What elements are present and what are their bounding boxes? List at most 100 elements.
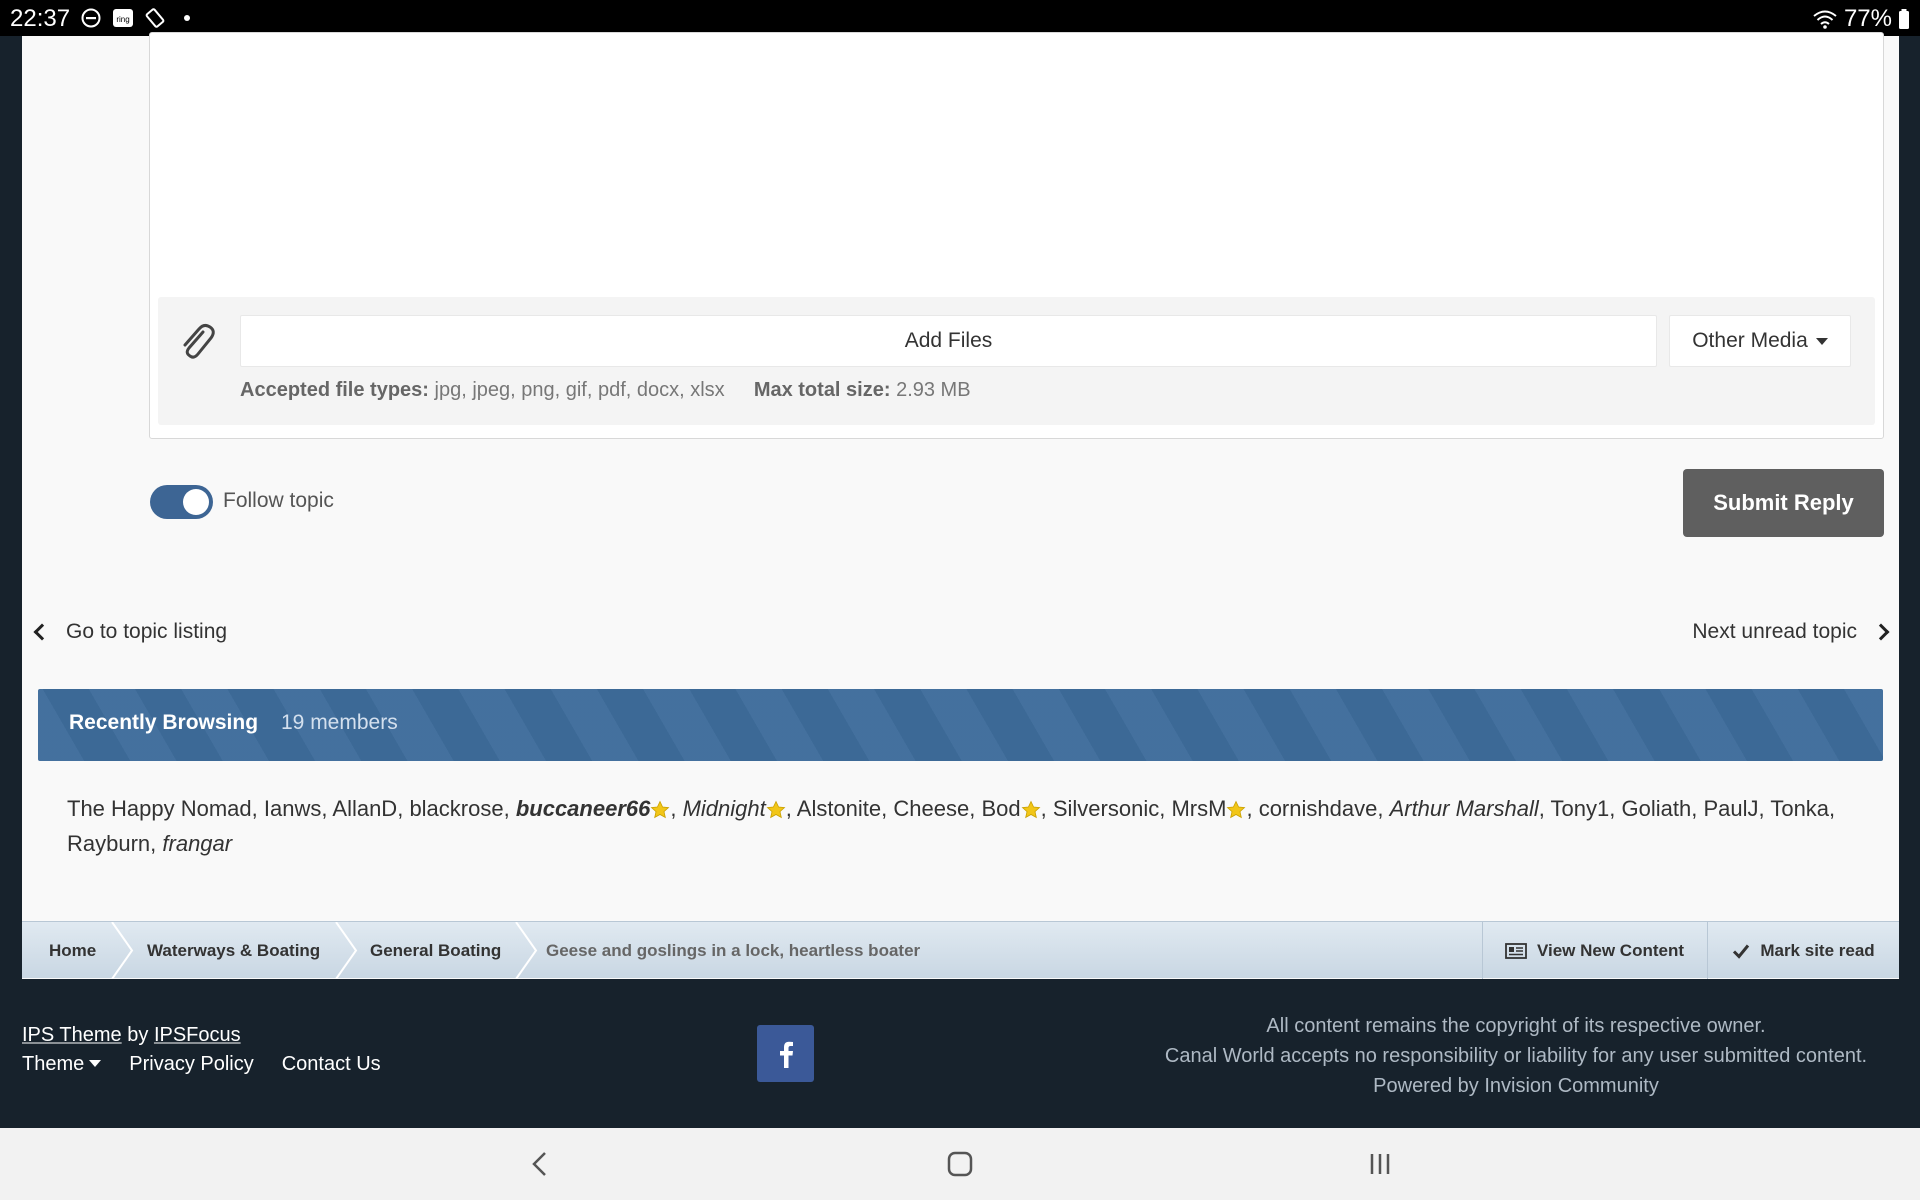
newspaper-icon	[1505, 942, 1527, 959]
rotation-lock-icon	[145, 8, 165, 28]
member-separator: ,	[150, 831, 163, 856]
member-link[interactable]: Bod	[981, 796, 1020, 821]
theme-credit-by: by	[121, 1024, 154, 1046]
go-to-topic-listing-link[interactable]: Go to topic listing	[33, 620, 227, 644]
member-link[interactable]: Silversonic	[1053, 796, 1159, 821]
theme-selector[interactable]: Theme	[22, 1053, 102, 1076]
footer-links: IPS Theme by IPSFocus Theme Privacy Poli…	[22, 1024, 381, 1076]
back-icon[interactable]	[520, 1146, 560, 1182]
member-separator: ,	[1538, 796, 1551, 821]
status-bar: 22:37 ring 77%	[0, 0, 1920, 36]
add-files-label: Add Files	[904, 329, 993, 352]
toggle-knob	[183, 489, 209, 515]
check-icon	[1733, 944, 1750, 959]
member-separator: ,	[1159, 796, 1172, 821]
accepted-types-value: jpg, jpeg, png, gif, pdf, docx, xlsx	[434, 379, 725, 401]
contact-us-link[interactable]: Contact Us	[282, 1053, 381, 1076]
star-icon	[766, 800, 786, 819]
breadcrumb-separator	[515, 922, 538, 979]
member-link[interactable]: Tony1	[1551, 796, 1610, 821]
ips-theme-link[interactable]: IPS Theme	[22, 1024, 122, 1046]
dot-icon	[184, 15, 190, 21]
member-separator: ,	[969, 796, 982, 821]
recently-browsing-count: 19 members	[281, 711, 398, 734]
member-separator: ,	[1829, 796, 1836, 821]
member-separator: ,	[1246, 796, 1259, 821]
other-media-dropdown[interactable]: Other Media	[1669, 315, 1851, 367]
member-link[interactable]: Rayburn	[67, 831, 150, 856]
member-link[interactable]: Cheese	[893, 796, 969, 821]
recently-browsing-list: The Happy Nomad, Ianws, AllanD, blackros…	[67, 791, 1857, 861]
max-size-label: Max total size:	[753, 379, 891, 401]
copyright-line-1: All content remains the copyright of its…	[1266, 1015, 1766, 1037]
battery-percent: 77%	[1843, 5, 1892, 32]
paperclip-icon	[183, 323, 215, 359]
member-link[interactable]: Arthur Marshall	[1390, 796, 1539, 821]
member-separator: ,	[397, 796, 410, 821]
svg-text:ring: ring	[116, 15, 129, 24]
star-icon	[650, 800, 670, 819]
member-link[interactable]: buccaneer66	[516, 796, 651, 821]
copyright-line-2: Canal World accepts no responsibility or…	[1164, 1045, 1868, 1067]
accepted-types-label: Accepted file types:	[240, 379, 429, 401]
ipsfocus-link[interactable]: IPSFocus	[154, 1024, 241, 1046]
breadcrumb: Home Waterways & Boating General Boating…	[22, 921, 1899, 979]
submit-reply-label: Submit Reply	[1713, 490, 1854, 515]
attachment-area: Add Files Other Media Accepted file type…	[158, 297, 1875, 425]
view-new-content-button[interactable]: View New Content	[1482, 922, 1706, 979]
privacy-policy-link[interactable]: Privacy Policy	[129, 1053, 253, 1076]
member-link[interactable]: Midnight	[683, 796, 766, 821]
member-link[interactable]: AllanD	[332, 796, 397, 821]
recently-browsing-title: Recently Browsing	[69, 711, 259, 734]
member-link[interactable]: blackrose	[409, 796, 503, 821]
caret-down-icon	[89, 1060, 102, 1067]
follow-topic-label: Follow topic	[223, 489, 334, 512]
submit-reply-button[interactable]: Submit Reply	[1683, 469, 1884, 537]
member-link[interactable]: Ianws	[264, 796, 321, 821]
breadcrumb-current: Geese and goslings in a lock, heartless …	[546, 940, 921, 960]
star-icon	[1227, 800, 1246, 819]
next-unread-topic-label: Next unread topic	[1692, 620, 1857, 643]
max-size-value: 2.93 MB	[896, 379, 971, 401]
facebook-button[interactable]	[757, 1025, 814, 1082]
caret-down-icon	[1815, 337, 1828, 345]
next-unread-topic-link[interactable]: Next unread topic	[1692, 620, 1890, 644]
reply-editor[interactable]: Add Files Other Media Accepted file type…	[149, 32, 1884, 439]
member-link[interactable]: Tonka	[1770, 796, 1829, 821]
chevron-left-icon	[33, 623, 51, 641]
breadcrumb-waterways[interactable]: Waterways & Boating	[147, 922, 320, 979]
ring-app-icon: ring	[113, 9, 133, 27]
view-new-content-label: View New Content	[1536, 940, 1685, 960]
member-link[interactable]: MrsM	[1171, 796, 1226, 821]
recent-apps-icon[interactable]	[1360, 1146, 1400, 1182]
recently-browsing-header: Recently Browsing 19 members	[38, 689, 1883, 761]
breadcrumb-separator	[111, 922, 134, 979]
member-link[interactable]: frangar	[162, 831, 232, 856]
add-files-button[interactable]: Add Files	[240, 315, 1657, 367]
member-separator: ,	[670, 796, 683, 821]
member-link[interactable]: PaulJ	[1703, 796, 1758, 821]
member-link[interactable]: Goliath	[1622, 796, 1692, 821]
battery-icon	[1899, 9, 1909, 29]
member-link[interactable]: Alstonite	[797, 796, 881, 821]
member-separator: ,	[1758, 796, 1771, 821]
page-content: Add Files Other Media Accepted file type…	[22, 32, 1899, 979]
member-link[interactable]: The Happy Nomad	[67, 796, 252, 821]
chevron-right-icon	[1872, 623, 1890, 641]
file-restrictions: Accepted file types: jpg, jpeg, png, gif…	[240, 379, 971, 402]
home-icon[interactable]	[940, 1146, 980, 1182]
breadcrumb-general-boating[interactable]: General Boating	[370, 922, 501, 979]
facebook-icon	[779, 1041, 793, 1068]
follow-topic-toggle[interactable]	[150, 485, 213, 519]
breadcrumb-home[interactable]: Home	[49, 922, 96, 979]
status-time: 22:37	[10, 5, 71, 32]
member-link[interactable]: cornishdave	[1259, 796, 1378, 821]
breadcrumb-separator	[335, 922, 358, 979]
member-separator: ,	[251, 796, 264, 821]
member-separator: ,	[1609, 796, 1622, 821]
system-nav-bar	[0, 1128, 1920, 1200]
mark-site-read-button[interactable]: Mark site read	[1707, 922, 1899, 979]
member-separator: ,	[321, 796, 333, 821]
wifi-icon	[1813, 10, 1837, 29]
other-media-label: Other Media	[1692, 329, 1808, 352]
